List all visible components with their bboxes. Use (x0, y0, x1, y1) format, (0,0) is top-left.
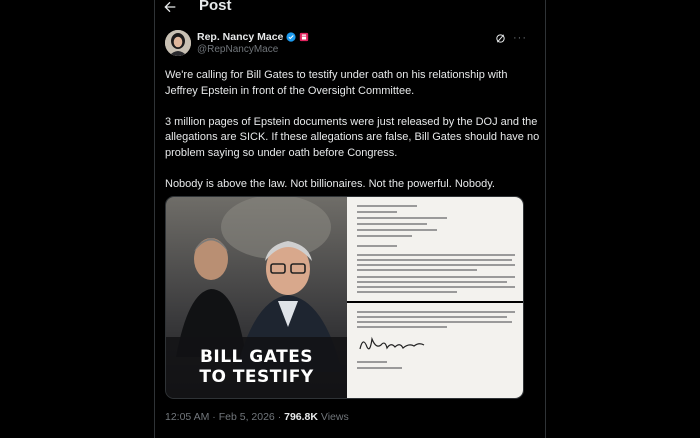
letter-line (357, 235, 412, 237)
tweet-text: We're calling for Bill Gates to testify … (165, 68, 540, 208)
letter-line (357, 321, 512, 323)
letter-line (357, 245, 397, 247)
letter-line (357, 311, 515, 313)
letter-line (357, 367, 402, 369)
meta-separator: · (277, 411, 282, 423)
letter-page-separator (347, 301, 523, 303)
media-image-letter (347, 197, 523, 398)
column-divider-right (545, 0, 546, 438)
media-image-portraits: BILL GATES TO TESTIFY (166, 197, 347, 398)
letter-line (357, 259, 512, 261)
author-handle[interactable]: @RepNancyMace (197, 44, 278, 55)
letter-line (357, 269, 477, 271)
page-title: Post (199, 0, 232, 14)
signature-graphic (359, 336, 425, 350)
tweet-meta: 12:05 AM · Feb 5, 2026 · 796.8K Views (165, 411, 349, 423)
headline-line-2: TO TESTIFY (199, 367, 314, 387)
government-flag-icon (300, 32, 309, 42)
avatar[interactable] (165, 30, 191, 56)
post-time[interactable]: 12:05 AM (165, 411, 209, 423)
letter-line (357, 211, 397, 213)
views-count: 796.8K (284, 411, 318, 423)
views-label: Views (320, 411, 349, 423)
tweet-paragraph: We're calling for Bill Gates to testify … (165, 69, 508, 97)
post-topbar: Post (155, 0, 545, 18)
letter-line (357, 361, 387, 363)
letter-line (357, 217, 447, 219)
left-sidebar (0, 0, 154, 438)
letter-line (357, 254, 515, 256)
letter-line (357, 264, 515, 266)
meta-separator: · (212, 411, 216, 423)
more-options-icon[interactable]: ··· (513, 32, 527, 44)
post-column: Post Rep. Nancy Mace @RepNancyMace ··· W… (155, 0, 545, 438)
tweet-media[interactable]: BILL GATES TO TESTIFY (165, 196, 524, 399)
author-display-name[interactable]: Rep. Nancy Mace (197, 31, 283, 43)
grok-icon[interactable] (495, 33, 506, 44)
tweet-paragraph: 3 million pages of Epstein documents wer… (165, 115, 540, 159)
post-date[interactable]: Feb 5, 2026 (219, 411, 275, 423)
letter-line (357, 281, 507, 283)
headline-line-1: BILL GATES (199, 347, 314, 367)
tweet-header: Rep. Nancy Mace @RepNancyMace ··· (155, 30, 545, 60)
letter-line (357, 316, 507, 318)
author-name-row: Rep. Nancy Mace (197, 31, 309, 43)
letter-line (357, 276, 515, 278)
media-headline: BILL GATES TO TESTIFY (166, 347, 347, 387)
back-arrow-icon[interactable] (162, 0, 178, 15)
letter-line (357, 326, 447, 328)
letter-line (357, 286, 515, 288)
tweet-paragraph: Nobody is above the law. Not billionaire… (165, 177, 495, 190)
letter-line (357, 229, 437, 231)
letter-line (357, 291, 457, 293)
verified-badge-icon (286, 32, 296, 42)
letter-line (357, 205, 417, 207)
letter-line (357, 223, 427, 225)
